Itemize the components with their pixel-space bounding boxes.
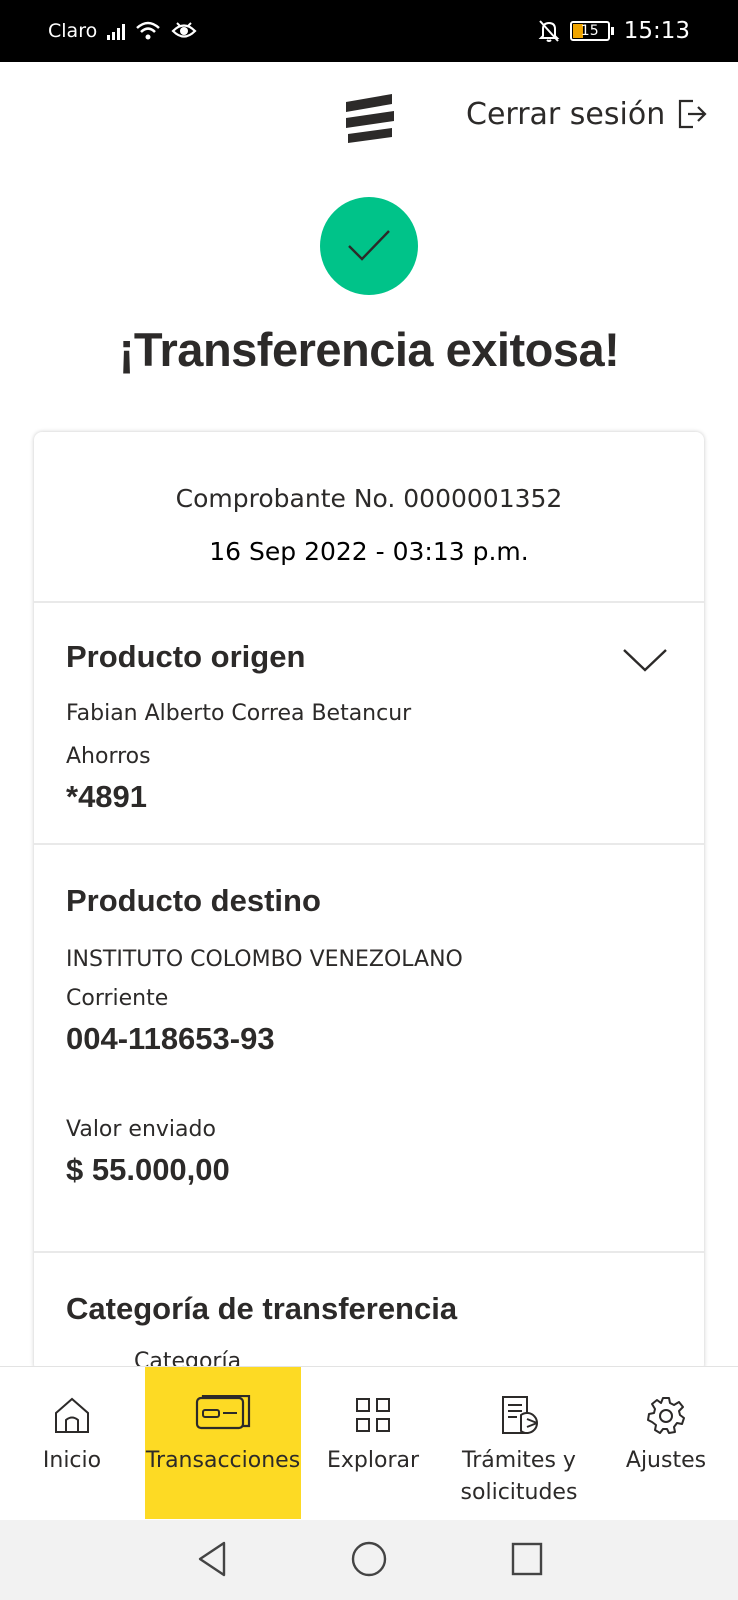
receipt-number: Comprobante No. 0000001352 [175, 484, 563, 513]
nav-item-tramites[interactable]: Trámites y solicitudes [444, 1367, 594, 1519]
success-check [320, 197, 418, 295]
nav-label: Ajustes [625, 1448, 707, 1473]
destination-section: Producto destino INSTITUTO COLOMBO VENEZ… [34, 845, 704, 1253]
nav-label: Trámites y solicitudes [460, 1448, 578, 1505]
destination-account-type: Corriente [66, 986, 169, 1011]
recents-icon[interactable] [510, 1540, 544, 1578]
nav-label: Transacciones [145, 1448, 301, 1473]
nav-item-inicio[interactable]: Inicio [0, 1367, 144, 1519]
battery-icon: 15 [569, 21, 614, 41]
logout-label: Cerrar sesión [466, 96, 666, 132]
amount-label: Valor enviado [66, 1117, 216, 1142]
origin-title: Producto origen [66, 639, 306, 674]
battery-level: 15 [580, 23, 599, 39]
nav-label: Explorar [326, 1448, 420, 1473]
status-bar: Claro 15 15:13 [0, 0, 738, 62]
nav-item-ajustes[interactable]: Ajustes [594, 1367, 738, 1519]
gear-icon [647, 1397, 685, 1434]
amount-value: $ 55.000,00 [66, 1152, 230, 1187]
document-icon [502, 1396, 538, 1434]
page-title: ¡Transferencia exitosa! [118, 323, 620, 376]
origin-account-number: *4891 [66, 779, 148, 814]
card-icon [195, 1395, 251, 1430]
status-right: 15 15:13 [538, 0, 690, 62]
receipt-card: Comprobante No. 0000001352 16 Sep 2022 -… [34, 432, 704, 1372]
destination-title: Producto destino [66, 883, 321, 918]
bell-muted-icon [538, 20, 560, 42]
nav-item-transacciones[interactable]: Transacciones [145, 1367, 301, 1519]
receipt-header: Comprobante No. 0000001352 16 Sep 2022 -… [34, 432, 704, 603]
back-icon[interactable] [194, 1540, 230, 1578]
category-section: Categoría de transferencia Categoría [34, 1253, 704, 1372]
grid-icon [356, 1398, 390, 1432]
destination-holder: INSTITUTO COLOMBO VENEZOLANO [66, 947, 463, 972]
destination-account-number: 004-118653-93 [66, 1021, 275, 1056]
category-title: Categoría de transferencia [66, 1291, 458, 1326]
status-left: Claro [48, 0, 197, 62]
nav-label: Inicio [42, 1448, 102, 1473]
logout-button[interactable]: Cerrar sesión [466, 92, 707, 136]
receipt-date: 16 Sep 2022 - 03:13 p.m. [209, 537, 529, 566]
eye-icon [171, 22, 197, 38]
home-icon [55, 1397, 89, 1433]
origin-account-type: Ahorros [66, 744, 151, 769]
system-nav-bar [0, 1520, 738, 1600]
bancolombia-logo-icon [346, 94, 394, 143]
status-time: 15:13 [623, 18, 690, 44]
wifi-icon [136, 21, 161, 40]
logout-icon [679, 99, 707, 129]
home-circle-icon[interactable] [350, 1540, 388, 1578]
origin-holder: Fabian Alberto Correa Betancur [66, 701, 412, 726]
signal-icon [107, 22, 126, 40]
check-icon [348, 230, 390, 261]
bottom-nav: Inicio Transacciones Explorar Trámites y… [0, 1366, 738, 1520]
origin-section[interactable]: Producto origen Fabian Alberto Correa Be… [34, 603, 704, 845]
chevron-down-icon[interactable] [622, 647, 668, 673]
carrier-name: Claro [48, 20, 98, 42]
nav-item-explorar[interactable]: Explorar [302, 1367, 444, 1519]
